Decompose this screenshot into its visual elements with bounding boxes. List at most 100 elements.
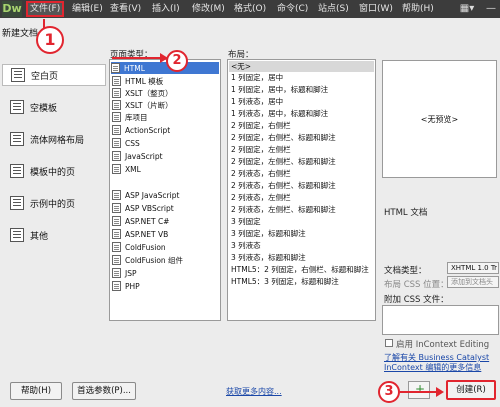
layout-item[interactable]: 1 列固定，居中，标题和脚注 xyxy=(231,84,328,95)
step-1-badge: 1 xyxy=(36,26,64,54)
menu-edit[interactable]: 编辑(E) xyxy=(72,1,103,17)
learn-more-link-2[interactable]: InContext 编辑的更多信息 xyxy=(384,362,481,373)
menu-view[interactable]: 查看(V) xyxy=(110,1,141,17)
file-icon xyxy=(112,255,121,265)
page-type-item[interactable]: ColdFusion 组件 xyxy=(112,254,183,266)
menu-site[interactable]: 站点(S) xyxy=(318,1,349,17)
attach-css-list[interactable] xyxy=(382,305,499,335)
category-fluid-grid[interactable]: 流体网格布局 xyxy=(2,128,106,150)
layout-item[interactable]: 2 列固定，左侧栏 xyxy=(231,144,291,155)
layout-item[interactable]: 3 列液态 xyxy=(231,240,261,251)
category-page-from-sample[interactable]: 示例中的页 xyxy=(2,192,106,214)
menu-help[interactable]: 帮助(H) xyxy=(402,1,434,17)
file-icon xyxy=(112,151,121,161)
attach-css-label: 附加 CSS 文件： xyxy=(384,295,449,305)
menu-insert[interactable]: 插入(I) xyxy=(152,1,180,17)
menu-modify[interactable]: 修改(M) xyxy=(192,1,225,17)
menubar: Dw 文件(F) 编辑(E) 查看(V) 插入(I) 修改(M) 格式(O) 命… xyxy=(0,0,500,18)
page-type-item[interactable]: 库项目 xyxy=(112,111,148,123)
fluid-grid-icon xyxy=(10,132,24,146)
page-type-item[interactable]: HTML xyxy=(111,62,219,74)
preferences-button[interactable]: 首选参数(P)... xyxy=(72,382,136,400)
file-icon xyxy=(112,88,121,98)
minimize-icon[interactable]: — xyxy=(482,2,500,16)
menu-command[interactable]: 命令(C) xyxy=(277,1,308,17)
incontext-checkbox[interactable] xyxy=(385,339,393,347)
page-type-item[interactable]: ActionScript xyxy=(112,124,170,136)
html-file-icon xyxy=(111,63,120,73)
page-type-item[interactable]: JavaScript xyxy=(112,150,163,162)
page-type-item[interactable]: XSLT（片断） xyxy=(112,99,173,111)
page-type-item[interactable]: ASP.NET VB xyxy=(112,228,168,240)
file-icon xyxy=(112,203,121,213)
category-panel: 空白页 空模板 流体网格布局 模板中的页 示例中的页 其他 xyxy=(2,60,106,260)
css-position-select[interactable]: 添加到文档头 xyxy=(447,276,499,288)
css-position-label: 布局 CSS 位置： xyxy=(384,280,449,290)
page-type-item[interactable]: XML xyxy=(112,163,141,175)
layout-item[interactable]: 2 列固定，右侧栏 xyxy=(231,120,291,131)
file-icon xyxy=(112,112,121,122)
layout-item[interactable]: 3 列固定 xyxy=(231,216,261,227)
category-blank-page[interactable]: 空白页 xyxy=(2,64,106,86)
layout-item[interactable]: 3 列液态，标题和脚注 xyxy=(231,252,306,263)
get-more-content-link[interactable]: 获取更多内容... xyxy=(226,386,282,397)
file-icon xyxy=(112,190,121,200)
help-button[interactable]: 帮助(H) xyxy=(10,382,62,400)
file-icon xyxy=(112,281,121,291)
layout-item[interactable]: 1 列固定，居中 xyxy=(231,72,283,83)
page-type-item[interactable]: CSS xyxy=(112,137,140,149)
page-type-item[interactable]: PHP xyxy=(112,280,140,292)
page-type-item[interactable]: JSP xyxy=(112,267,137,279)
page-type-item[interactable]: ColdFusion xyxy=(112,241,166,253)
dialog-title: 新建文档 xyxy=(2,29,39,39)
file-icon xyxy=(112,138,121,148)
category-blank-template[interactable]: 空模板 xyxy=(2,96,106,118)
sample-page-icon xyxy=(10,196,24,210)
menu-file[interactable]: 文件(F) xyxy=(26,1,65,17)
page-type-list[interactable]: HTML HTML 模板 XSLT（整页） XSLT（片断） 库项目 Actio… xyxy=(109,59,221,321)
annotation-arrowhead-3 xyxy=(436,387,444,397)
layout-item[interactable]: 1 列液态，居中，标题和脚注 xyxy=(231,108,328,119)
step-3-badge: 3 xyxy=(378,381,400,403)
layout-item[interactable]: HTML5：2 列固定，右侧栏、标题和脚注 xyxy=(231,264,369,275)
layout-item[interactable]: 2 列液态，右侧栏、标题和脚注 xyxy=(231,180,336,191)
page-type-item[interactable]: ASP VBScript xyxy=(112,202,174,214)
layout-item[interactable]: <无> xyxy=(229,61,374,72)
incontext-label: 启用 InContext Editing xyxy=(396,340,490,350)
layout-item[interactable]: 2 列液态，左侧栏 xyxy=(231,192,291,203)
category-page-from-template[interactable]: 模板中的页 xyxy=(2,160,106,182)
annotation-arrow-2 xyxy=(112,57,162,59)
menu-window[interactable]: 窗口(W) xyxy=(359,1,393,17)
layout-item[interactable]: HTML5：3 列固定，标题和脚注 xyxy=(231,276,339,287)
layout-item[interactable]: 3 列固定，标题和脚注 xyxy=(231,228,306,239)
file-icon xyxy=(112,242,121,252)
page-type-item[interactable]: XSLT（整页） xyxy=(112,87,173,99)
layout-item[interactable]: 2 列固定，左侧栏、标题和脚注 xyxy=(231,156,336,167)
no-preview-text: <无预览> xyxy=(420,114,459,124)
page-type-item[interactable]: ASP JavaScript xyxy=(112,189,179,201)
file-icon xyxy=(112,216,121,226)
dreamweaver-logo: Dw xyxy=(2,1,22,17)
create-button[interactable]: 创建(R) xyxy=(446,380,496,400)
blank-template-icon xyxy=(10,100,24,114)
layout-list[interactable]: <无> 1 列固定，居中 1 列固定，居中，标题和脚注 1 列液态，居中 1 列… xyxy=(227,59,376,321)
layout-item[interactable]: 1 列液态，居中 xyxy=(231,96,283,107)
file-icon xyxy=(112,229,121,239)
file-icon xyxy=(112,268,121,278)
step-2-badge: 2 xyxy=(166,50,188,72)
annotation-arrow-3 xyxy=(400,391,438,393)
page-type-item[interactable]: HTML 模板 xyxy=(112,75,163,87)
doctype-select[interactable]: XHTML 1.0 Tr xyxy=(447,262,499,274)
template-page-icon xyxy=(10,164,24,178)
add-css-icon[interactable] xyxy=(408,381,430,399)
file-icon xyxy=(112,100,121,110)
page-type-item[interactable]: ASP.NET C# xyxy=(112,215,169,227)
layout-item[interactable]: 2 列液态，左侧栏、标题和脚注 xyxy=(231,204,336,215)
preview-pane: <无预览> xyxy=(382,60,497,178)
layout-switcher-icon[interactable]: ▦▾ xyxy=(455,2,479,16)
menu-format[interactable]: 格式(O) xyxy=(234,1,266,17)
other-code-icon xyxy=(10,228,24,242)
category-other[interactable]: 其他 xyxy=(2,224,106,246)
layout-item[interactable]: 2 列液态，右侧栏 xyxy=(231,168,291,179)
layout-item[interactable]: 2 列固定，右侧栏、标题和脚注 xyxy=(231,132,336,143)
